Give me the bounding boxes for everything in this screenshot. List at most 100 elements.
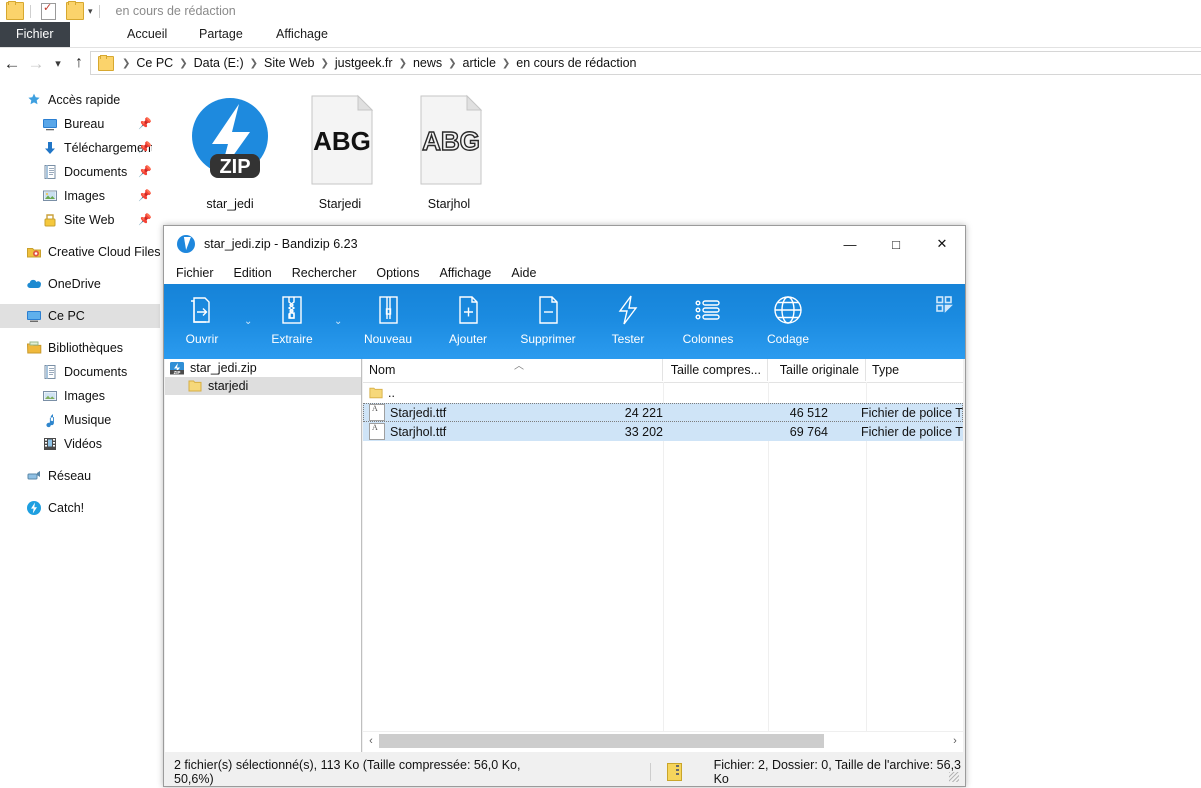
column-header-nom[interactable]: Nom xyxy=(363,359,663,381)
menu-affichage[interactable]: Affichage xyxy=(439,266,491,280)
ttf-file-icon xyxy=(369,423,385,440)
toolbar-columns-button[interactable]: Colonnes xyxy=(672,291,744,346)
sidebar-item-telechargements[interactable]: Téléchargements 📌 xyxy=(0,136,160,160)
back-arrow-icon[interactable]: ← xyxy=(0,55,24,72)
extract-chevron-down-icon[interactable]: ⌄ xyxy=(334,316,342,327)
catch-icon xyxy=(26,500,42,516)
new-folder-icon[interactable] xyxy=(66,1,84,20)
navigation-pane: Accès rapide Bureau 📌 Téléchargements 📌 … xyxy=(0,88,160,788)
sidebar-label: Documents xyxy=(64,165,128,179)
breadcrumb-item-news[interactable]: news xyxy=(409,56,446,70)
horizontal-scrollbar[interactable]: ‹ › xyxy=(363,731,963,750)
extract-icon xyxy=(256,291,328,329)
column-header-taille-compressee[interactable]: Taille compres... xyxy=(663,359,768,381)
menu-aide[interactable]: Aide xyxy=(511,266,536,280)
sidebar-item-documents[interactable]: Documents 📌 xyxy=(0,160,160,184)
resize-grip[interactable] xyxy=(949,772,959,782)
menu-fichier[interactable]: Fichier xyxy=(176,266,214,280)
sidebar-item-reseau[interactable]: Réseau xyxy=(0,464,160,488)
menu-edition[interactable]: Edition xyxy=(234,266,272,280)
folder-icon[interactable] xyxy=(6,1,24,20)
layout-grid-icon[interactable] xyxy=(935,295,953,313)
ascending-chevron-icon: ︿ xyxy=(514,361,524,372)
pin-icon[interactable]: 📌 xyxy=(138,213,152,226)
sidebar-label: Images xyxy=(64,389,105,403)
breadcrumb-item-data-e[interactable]: Data (E:) xyxy=(190,56,248,70)
tree-item-star-jedi-zip[interactable]: ZIP star_jedi.zip xyxy=(165,359,361,377)
tab-affichage[interactable]: Affichage xyxy=(262,22,342,47)
file-name-label: star_jedi xyxy=(206,197,254,211)
scrollbar-track[interactable] xyxy=(379,732,947,750)
open-chevron-down-icon[interactable]: ⌄ xyxy=(244,316,252,327)
toolbar-open-button[interactable]: Ouvrir xyxy=(166,291,238,346)
bandizip-app-icon xyxy=(177,235,195,253)
pin-icon[interactable]: 📌 xyxy=(138,141,152,154)
breadcrumb-item-current[interactable]: en cours de rédaction xyxy=(512,56,640,70)
toolbar-new-button[interactable]: Nouveau xyxy=(352,291,424,346)
breadcrumb-item-site-web[interactable]: Site Web xyxy=(260,56,319,70)
toolbar-label: Tester xyxy=(611,332,645,346)
list-item-starjedi[interactable]: ABG Starjedi xyxy=(280,92,400,211)
table-row[interactable]: Starjedi.ttf 24 221 46 512 Fichier de po… xyxy=(363,403,963,422)
toolbar-add-button[interactable]: Ajouter xyxy=(432,291,504,346)
list-item-star-jedi[interactable]: ZIP star_jedi xyxy=(170,92,290,211)
breadcrumb-separator: ❯ xyxy=(448,57,457,69)
tree-item-starjedi[interactable]: starjedi xyxy=(165,377,361,395)
column-header-type[interactable]: Type xyxy=(866,359,963,381)
sidebar-item-ce-pc[interactable]: Ce PC xyxy=(0,304,160,328)
list-item-starjhol[interactable]: ABG Starjhol xyxy=(389,92,509,211)
toolbar-delete-button[interactable]: Supprimer xyxy=(512,291,584,346)
breadcrumb-item-article[interactable]: article xyxy=(459,56,500,70)
breadcrumb[interactable]: ❯ Ce PC ❯ Data (E:) ❯ Site Web ❯ justgee… xyxy=(90,51,1201,75)
toolbar-extract-button[interactable]: Extraire xyxy=(256,291,328,346)
menu-rechercher[interactable]: Rechercher xyxy=(292,266,357,280)
toolbar-test-button[interactable]: Tester xyxy=(592,291,664,346)
libraries-icon xyxy=(26,340,42,356)
pin-icon[interactable]: 📌 xyxy=(138,189,152,202)
sidebar-item-documents-lib[interactable]: Documents xyxy=(0,360,160,384)
archive-tree-pane: ZIP star_jedi.zip starjedi xyxy=(165,359,362,752)
sidebar-item-acces-rapide[interactable]: Accès rapide xyxy=(0,88,160,112)
sidebar-item-videos[interactable]: Vidéos xyxy=(0,432,160,456)
sidebar-item-bureau[interactable]: Bureau 📌 xyxy=(0,112,160,136)
minimize-button[interactable]: — xyxy=(827,226,873,262)
scroll-left-button[interactable]: ‹ xyxy=(363,735,379,747)
tab-accueil[interactable]: Accueil xyxy=(113,22,181,47)
folder-icon xyxy=(98,54,114,71)
sidebar-item-bibliotheques[interactable]: Bibliothèques xyxy=(0,336,160,360)
sidebar-label: Documents xyxy=(64,365,128,379)
customize-caret-icon[interactable]: ▾ xyxy=(88,6,93,17)
close-button[interactable]: ✕ xyxy=(919,226,965,262)
breadcrumb-item-ce-pc[interactable]: Ce PC xyxy=(132,56,177,70)
maximize-button[interactable]: □ xyxy=(873,226,919,262)
open-archive-icon xyxy=(166,291,238,329)
column-header-taille-originale[interactable]: Taille originale xyxy=(768,359,866,381)
file-name-label: Starjedi xyxy=(318,197,362,211)
sidebar-item-images-lib[interactable]: Images xyxy=(0,384,160,408)
sidebar-item-catch[interactable]: Catch! xyxy=(0,496,160,520)
font-file-icon: ABG xyxy=(311,94,374,185)
toolbar-encoding-button[interactable]: Codage xyxy=(752,291,824,346)
tab-fichier[interactable]: Fichier xyxy=(0,22,70,47)
sidebar-item-creative-cloud-files[interactable]: Creative Cloud Files xyxy=(0,240,160,264)
recent-locations-chevron-icon[interactable]: ▾ xyxy=(48,57,68,70)
sidebar-item-site-web[interactable]: Site Web 📌 xyxy=(0,208,160,232)
scroll-right-button[interactable]: › xyxy=(947,735,963,747)
breadcrumb-separator: ❯ xyxy=(249,57,259,69)
table-row[interactable]: Starjhol.ttf 33 202 69 764 Fichier de po… xyxy=(363,422,963,441)
pin-icon[interactable]: 📌 xyxy=(138,117,152,130)
svg-text:ABG: ABG xyxy=(313,126,371,156)
tab-partage[interactable]: Partage xyxy=(185,22,257,47)
sidebar-item-musique[interactable]: Musique xyxy=(0,408,160,432)
scrollbar-thumb[interactable] xyxy=(379,734,824,748)
properties-icon[interactable] xyxy=(41,1,56,20)
bandizip-title-bar[interactable]: star_jedi.zip - Bandizip 6.23 — □ ✕ xyxy=(164,226,965,262)
sidebar-item-images[interactable]: Images 📌 xyxy=(0,184,160,208)
new-archive-icon xyxy=(352,291,424,329)
table-row[interactable]: .. xyxy=(363,383,963,402)
pin-icon[interactable]: 📌 xyxy=(138,165,152,178)
menu-options[interactable]: Options xyxy=(376,266,419,280)
up-arrow-icon[interactable]: ↑ xyxy=(68,54,90,72)
breadcrumb-item-justgeek[interactable]: justgeek.fr xyxy=(331,56,397,70)
sidebar-item-onedrive[interactable]: OneDrive xyxy=(0,272,160,296)
